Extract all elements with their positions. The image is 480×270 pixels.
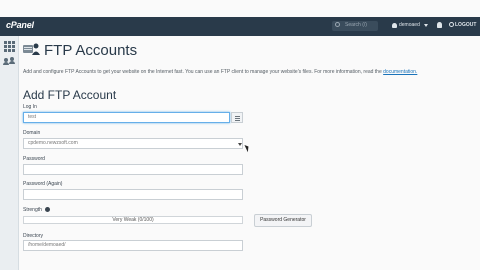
password-label: Password [23, 156, 45, 162]
user-icon [392, 23, 397, 28]
password-input[interactable] [23, 164, 243, 175]
grid-icon[interactable] [4, 41, 15, 52]
documentation-link[interactable]: documentation. [383, 69, 417, 75]
cpanel-screen: cPanel Search (/) demoaed LOGOUT FTP Acc… [0, 0, 480, 270]
sidebar [0, 36, 19, 270]
login-label: Log In [23, 104, 37, 110]
domain-label: Domain [23, 130, 41, 136]
section-title: Add FTP Account [23, 88, 117, 102]
users-icon[interactable] [3, 57, 15, 67]
password-again-label: Password (Again) [23, 181, 63, 187]
search-icon [335, 22, 340, 27]
strength-label: Strength [23, 207, 42, 213]
strength-text: Very Weak (0/100) [112, 217, 154, 223]
domain-toggle-button[interactable] [231, 112, 243, 123]
domain-select[interactable]: cpdemo.newzsoft.com [23, 138, 243, 149]
logout-icon [449, 22, 454, 27]
info-icon[interactable] [45, 207, 50, 212]
cpanel-logo[interactable]: cPanel [6, 20, 34, 30]
logout-button[interactable]: LOGOUT [455, 22, 476, 28]
mouse-cursor-icon [244, 143, 251, 153]
intro-text: Add and configure FTP Accounts to get yo… [23, 69, 382, 75]
login-input[interactable]: test [23, 112, 230, 123]
user-menu[interactable]: demoaed [399, 22, 420, 28]
page-intro: Add and configure FTP Accounts to get yo… [23, 69, 417, 75]
password-again-input[interactable] [23, 189, 243, 200]
directory-label: Directory [23, 233, 44, 239]
chevron-down-icon [424, 24, 428, 27]
ftp-accounts-icon [23, 43, 40, 55]
page-title: FTP Accounts [44, 42, 138, 59]
chevron-down-icon [238, 143, 242, 146]
bell-icon[interactable] [437, 22, 442, 28]
password-generator-button[interactable]: Password Generator [254, 214, 312, 227]
search-placeholder: Search (/) [345, 22, 367, 28]
directory-input[interactable]: /home/demoaed/ [23, 240, 243, 251]
password-strength-meter: Very Weak (0/100) [23, 216, 243, 224]
